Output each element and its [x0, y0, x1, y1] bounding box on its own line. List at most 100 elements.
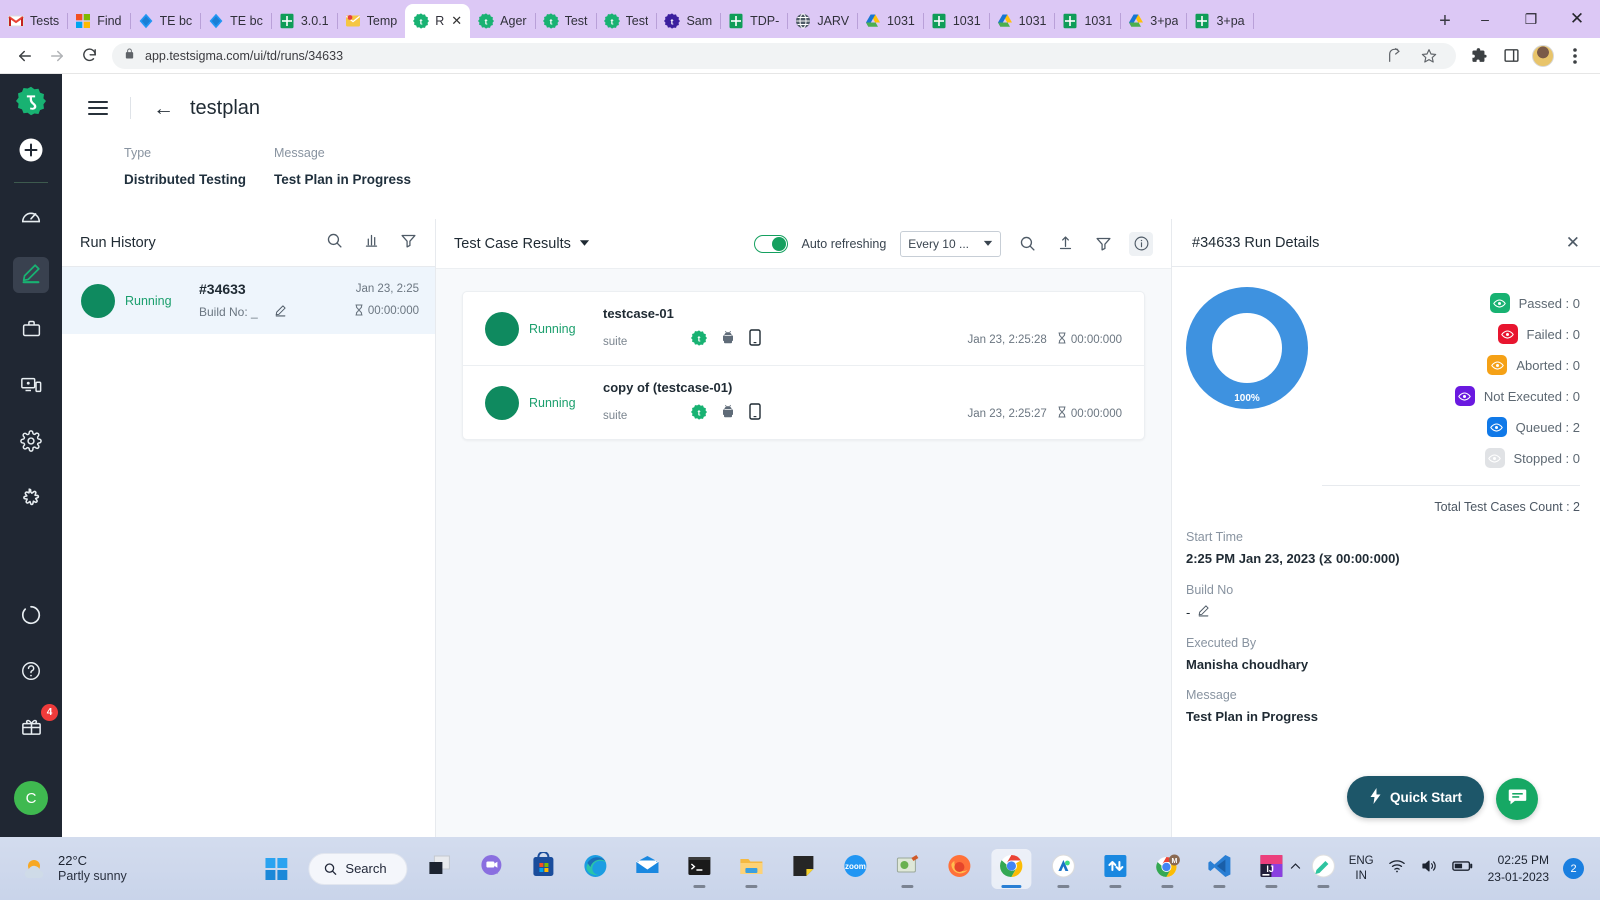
status-legend-row[interactable]: Stopped : 0 [1314, 448, 1580, 468]
refresh-interval-select[interactable]: Every 10 ... [900, 230, 1001, 257]
browser-tab-14[interactable]: 1031 [923, 4, 990, 38]
close-icon[interactable]: ✕ [451, 13, 462, 29]
sidebar-item-devices[interactable] [13, 369, 49, 405]
auto-refresh-toggle[interactable] [753, 234, 788, 253]
status-legend-row[interactable]: Passed : 0 [1314, 293, 1580, 313]
browser-tab-11[interactable]: TDP- [720, 4, 789, 38]
sidebar-item-create[interactable] [13, 257, 49, 293]
upload-download-icon [1102, 852, 1130, 885]
bar-chart-icon[interactable] [363, 232, 380, 254]
sidebar-item-addons[interactable] [13, 481, 49, 517]
browser-tab-15[interactable]: 1031 [989, 4, 1056, 38]
upload-icon[interactable] [1053, 232, 1077, 256]
browser-tab-12[interactable]: JARV [787, 4, 859, 38]
browser-tab-0[interactable]: Tests [0, 4, 69, 38]
start-button[interactable] [256, 849, 296, 889]
sidebar-item-dashboard[interactable] [13, 201, 49, 237]
sidebar-item-projects[interactable] [13, 313, 49, 349]
back-arrow-button[interactable]: ← [153, 98, 174, 119]
taskbar-edge-button[interactable] [576, 849, 616, 889]
status-legend-row[interactable]: Failed : 0 [1314, 324, 1580, 344]
taskbar-chrome-m-button[interactable]: M [1148, 849, 1188, 889]
chrome-menu-icon[interactable] [1560, 41, 1590, 71]
test-case-row[interactable]: Running testcase-01 suite t Jan 23, 2:25:28 0… [463, 292, 1144, 365]
avatar[interactable]: C [14, 781, 48, 815]
browser-tab-3[interactable]: TE bc [200, 4, 272, 38]
status-legend-row[interactable]: Aborted : 0 [1314, 355, 1580, 375]
bookmark-star-icon[interactable] [1414, 41, 1444, 71]
chat-bubble-button[interactable] [1496, 778, 1538, 820]
window-close-button[interactable]: ✕ [1554, 0, 1600, 38]
taskbar-postman-button[interactable] [1304, 849, 1344, 889]
quick-start-button[interactable]: Quick Start [1346, 776, 1484, 818]
taskbar-task-view-button[interactable] [420, 849, 460, 889]
taskbar-mail-button[interactable] [628, 849, 668, 889]
taskbar-file-explorer-button[interactable] [732, 849, 772, 889]
browser-tab-18[interactable]: 3+pa [1186, 4, 1254, 38]
address-bar[interactable]: app.testsigma.com/ui/td/runs/34633 [112, 41, 1456, 71]
filter-icon[interactable] [1091, 232, 1115, 256]
window-minimize-button[interactable]: – [1462, 0, 1508, 38]
taskbar-teams-chat-button[interactable] [472, 849, 512, 889]
taskbar-clock[interactable]: 02:25 PM 23-01-2023 [1488, 852, 1549, 886]
forward-button[interactable] [42, 41, 72, 71]
sidebar-item-settings[interactable] [13, 425, 49, 461]
taskbar-microsoft-store-button[interactable] [524, 849, 564, 889]
search-icon[interactable] [326, 232, 343, 254]
test-case-row[interactable]: Running copy of (testcase-01) suite t Jan 23… [463, 365, 1144, 439]
taskbar-intellij-button[interactable]: IJ [1252, 849, 1292, 889]
run-history-row[interactable]: Running #34633 Build No: _ Jan 23, 2:25 00:0… [62, 267, 435, 334]
browser-tab-17[interactable]: 3+pa [1120, 4, 1188, 38]
browser-tab-2[interactable]: TE bc [130, 4, 202, 38]
browser-tab-5[interactable]: Temp [337, 4, 407, 38]
side-panel-icon[interactable] [1496, 41, 1526, 71]
close-icon[interactable]: ✕ [1566, 233, 1580, 253]
menu-hamburger-icon[interactable] [88, 101, 108, 115]
taskbar-weather-widget[interactable]: 22°C Partly sunny [0, 853, 300, 885]
search-icon[interactable] [1015, 232, 1039, 256]
browser-tab-10[interactable]: t Sam [656, 4, 722, 38]
taskbar-search[interactable]: Search [308, 852, 408, 885]
sidebar-item-rewards[interactable]: 4 [13, 704, 58, 747]
sidebar-item-progress[interactable] [13, 599, 49, 635]
language-indicator[interactable]: ENG IN [1349, 854, 1374, 884]
browser-tab-13[interactable]: 1031 [857, 4, 924, 38]
wifi-icon[interactable] [1388, 857, 1406, 880]
taskbar-zoom-button[interactable]: zoom [836, 849, 876, 889]
browser-tab-16[interactable]: 1031 [1054, 4, 1122, 38]
browser-tab-4[interactable]: 3.0.1 [271, 4, 338, 38]
add-icon[interactable] [18, 137, 44, 168]
profile-avatar[interactable] [1528, 41, 1558, 71]
window-maximize-button[interactable]: ❐ [1508, 0, 1554, 38]
pencil-icon[interactable] [1197, 604, 1210, 620]
browser-tab-9[interactable]: t Test [596, 4, 658, 38]
test-case-results-title[interactable]: Test Case Results [454, 236, 590, 252]
taskbar-snipping-tool-button[interactable] [888, 849, 928, 889]
share-icon[interactable] [1380, 41, 1410, 71]
taskbar-firefox-button[interactable] [940, 849, 980, 889]
notification-badge[interactable]: 2 [1563, 858, 1584, 879]
filter-icon[interactable] [400, 232, 417, 254]
volume-icon[interactable] [1420, 857, 1438, 880]
browser-tab-1[interactable]: Find [67, 4, 131, 38]
info-icon[interactable] [1129, 231, 1153, 256]
reload-button[interactable] [74, 41, 104, 71]
extensions-puzzle-icon[interactable] [1464, 41, 1494, 71]
browser-tab-7[interactable]: t Ager [470, 4, 536, 38]
testsigma-logo[interactable] [16, 86, 46, 121]
sidebar-item-help[interactable] [13, 655, 49, 691]
status-legend-row[interactable]: Not Executed : 0 [1314, 386, 1580, 406]
taskbar-upload-download-button[interactable] [1096, 849, 1136, 889]
taskbar-terminal-button[interactable] [680, 849, 720, 889]
status-legend-row[interactable]: Queued : 2 [1314, 417, 1580, 437]
new-tab-button[interactable]: + [1428, 4, 1462, 38]
taskbar-vscode-button[interactable] [1200, 849, 1240, 889]
taskbar-chrome-button[interactable] [991, 848, 1032, 889]
browser-tab-8[interactable]: t Test [535, 4, 597, 38]
browser-tab-6[interactable]: t R ✕ [405, 4, 471, 38]
taskbar-sticky-notes-button[interactable] [784, 849, 824, 889]
back-button[interactable] [10, 41, 40, 71]
taskbar-android-studio-button[interactable] [1044, 849, 1084, 889]
pencil-icon[interactable] [274, 304, 287, 320]
battery-icon[interactable] [1451, 859, 1474, 878]
